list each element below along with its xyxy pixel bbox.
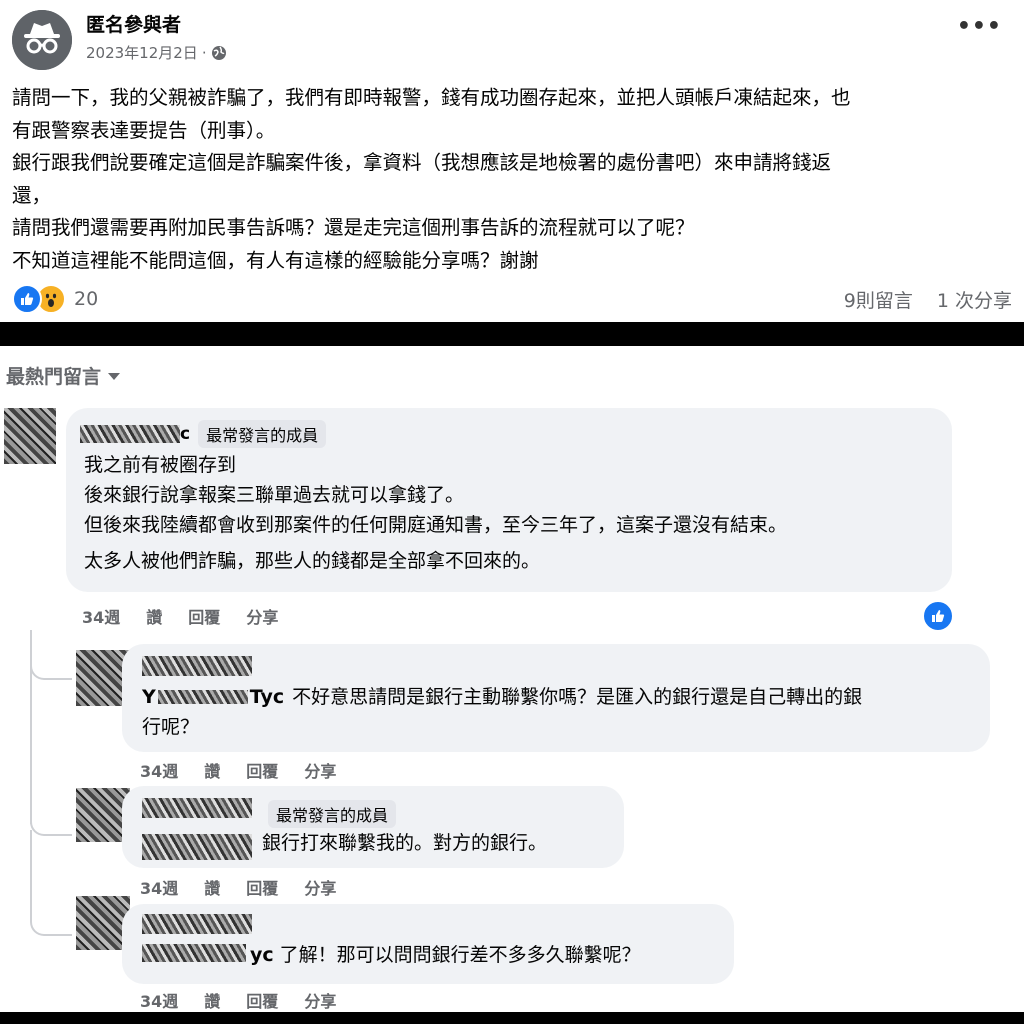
reply-line: 了解！那可以問問銀行差不多多久聯繫呢？ bbox=[279, 944, 641, 966]
comment-line: 太多人被他們詐騙，那些人的錢都是全部拿不回來的。 bbox=[84, 550, 541, 572]
reply-line: 行呢？ bbox=[142, 716, 200, 738]
like-reaction-icon bbox=[12, 284, 42, 314]
share-action[interactable]: 分享 bbox=[304, 988, 336, 1012]
post-options-button[interactable]: ••• bbox=[957, 14, 1002, 39]
reply-actions: 34週 讚 回覆 分享 bbox=[140, 988, 336, 1012]
redacted-mention bbox=[142, 834, 252, 860]
incognito-icon bbox=[12, 10, 72, 70]
post-line: 銀行跟我們說要確定這個是詐騙案件後，拿資料（我想應該是地檢署的處份書吧）來申請將… bbox=[12, 151, 832, 174]
commenter-name-suffix[interactable]: c bbox=[180, 424, 190, 444]
like-action[interactable]: 讚 bbox=[204, 875, 220, 899]
caret-down-icon bbox=[108, 372, 121, 380]
comment-like-reaction-icon[interactable] bbox=[922, 600, 954, 632]
shares-count-link[interactable]: 1 次分享 bbox=[937, 286, 1012, 313]
post-author-name[interactable]: 匿名參與者 bbox=[86, 10, 181, 37]
post-line: 請問一下，我的父親被詐騙了，我們有即時報警，錢有成功圈存起來，並把人頭帳戶凍結起… bbox=[12, 86, 851, 109]
reply-time[interactable]: 34週 bbox=[140, 988, 178, 1012]
top-contributor-badge: 最常發言的成員 bbox=[268, 800, 397, 828]
redacted-commenter-name[interactable] bbox=[80, 425, 180, 443]
comment-line: 後來銀行說拿報案三聯單過去就可以拿錢了。 bbox=[84, 484, 465, 506]
top-contributor-badge: 最常發言的成員 bbox=[198, 420, 327, 448]
post-stats: 9則留言 1 次分享 bbox=[844, 286, 1012, 313]
post-line: 請問我們還需要再附加民事告訴嗎？還是走完這個刑事告訴的流程就可以了呢？ bbox=[12, 216, 695, 239]
post-line: 有跟警察表達要提告（刑事）。 bbox=[12, 118, 276, 142]
redacted-mention bbox=[142, 944, 246, 962]
share-action[interactable]: 分享 bbox=[246, 604, 278, 628]
reply-action[interactable]: 回覆 bbox=[246, 988, 278, 1012]
share-action[interactable]: 分享 bbox=[304, 758, 336, 782]
reply-actions: 34週 讚 回覆 分享 bbox=[140, 758, 336, 782]
redacted-mention bbox=[157, 690, 248, 704]
reaction-summary[interactable]: 20 bbox=[12, 284, 98, 314]
comment-text: 我之前有被圈存到 後來銀行說拿報案三聯單過去就可以拿錢了。 但後來我陸續都會收到… bbox=[84, 450, 787, 576]
reply-text: Y Tyc 不好意思請問是銀行主動聯繫你嗎？是匯入的銀行還是自己轉出的銀 行呢？ bbox=[142, 682, 982, 742]
reply-line: 不好意思請問是銀行主動聯繫你嗎？是匯入的銀行還是自己轉出的銀 bbox=[292, 686, 863, 708]
comment-line: 但後來我陸續都會收到那案件的任何開庭通知書，至今三年了，這案子還沒有結束。 bbox=[84, 514, 788, 536]
post-line: 還， bbox=[12, 183, 52, 207]
like-action[interactable]: 讚 bbox=[204, 758, 220, 782]
reaction-count: 20 bbox=[74, 288, 99, 310]
reply-action[interactable]: 回覆 bbox=[246, 875, 278, 899]
anonymous-avatar[interactable] bbox=[12, 10, 72, 70]
redacted-replier-name[interactable] bbox=[142, 914, 252, 934]
post-body: 請問一下，我的父親被詐騙了，我們有即時報警，錢有成功圈存起來，並把人頭帳戶凍結起… bbox=[12, 82, 1012, 277]
mention-fragment[interactable]: Y bbox=[142, 682, 156, 712]
like-action[interactable]: 讚 bbox=[146, 604, 162, 628]
meta-separator: · bbox=[201, 43, 207, 62]
globe-icon[interactable] bbox=[211, 45, 227, 61]
commenter-avatar[interactable] bbox=[4, 408, 56, 464]
reply-line: 銀行打來聯繫我的。對方的銀行。 bbox=[262, 832, 548, 854]
post-meta: 2023年12月2日 · bbox=[86, 42, 227, 63]
comment-header: c 最常發言的成員 bbox=[80, 420, 327, 448]
thread-connector bbox=[30, 830, 72, 936]
redacted-replier-name[interactable] bbox=[142, 656, 252, 676]
reply-time[interactable]: 34週 bbox=[140, 875, 178, 899]
mention-suffix[interactable]: Tyc bbox=[250, 682, 284, 712]
share-action[interactable]: 分享 bbox=[304, 875, 336, 899]
reply-action[interactable]: 回覆 bbox=[246, 758, 278, 782]
post-line: 不知道這裡能不能問這個，有人有這樣的經驗能分享嗎？謝謝 bbox=[12, 248, 539, 272]
screenshot-divider bbox=[0, 322, 1024, 346]
reply-time[interactable]: 34週 bbox=[140, 758, 178, 782]
comment-sort-dropdown[interactable]: 最熱門留言 bbox=[6, 362, 121, 389]
mention-suffix[interactable]: yc bbox=[250, 940, 274, 970]
reply-actions: 34週 讚 回覆 分享 bbox=[140, 875, 336, 899]
redacted-replier-name[interactable] bbox=[142, 798, 252, 818]
comment-line: 我之前有被圈存到 bbox=[84, 454, 237, 476]
comment-actions: 34週 讚 回覆 分享 bbox=[82, 604, 278, 628]
comments-count-link[interactable]: 9則留言 bbox=[844, 286, 913, 313]
like-action[interactable]: 讚 bbox=[204, 988, 220, 1012]
post-date[interactable]: 2023年12月2日 bbox=[86, 42, 198, 63]
reply-action[interactable]: 回覆 bbox=[188, 604, 220, 628]
bottom-border bbox=[0, 1012, 1024, 1024]
comment-time[interactable]: 34週 bbox=[82, 604, 120, 628]
sort-label: 最熱門留言 bbox=[6, 366, 102, 388]
reply-text: yc 了解！那可以問問銀行差不多多久聯繫呢？ bbox=[250, 940, 641, 970]
